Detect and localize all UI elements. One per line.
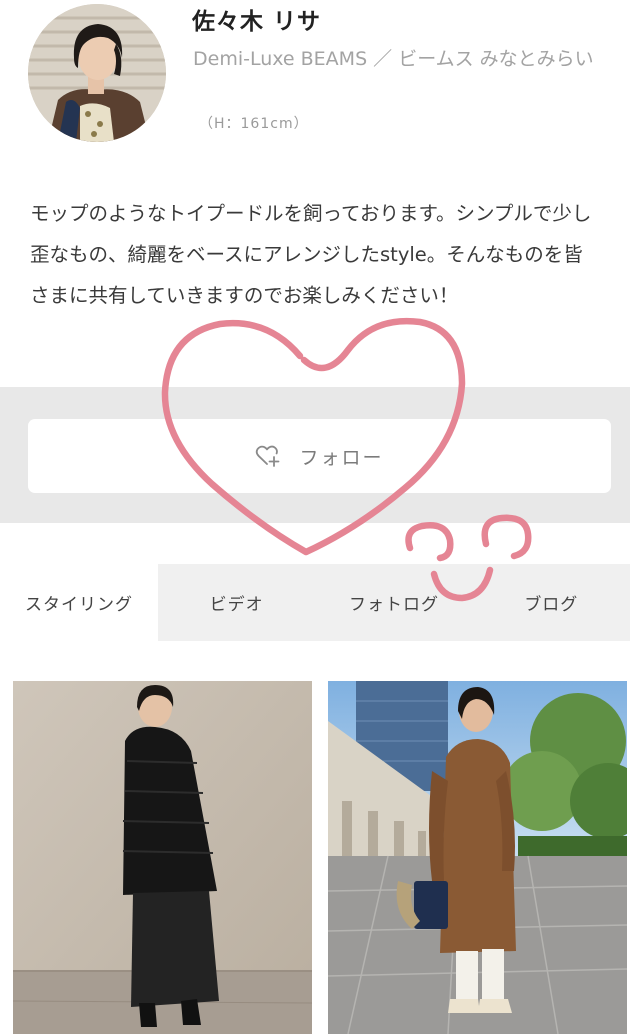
follow-button[interactable]: フォロー xyxy=(28,419,611,493)
avatar-photo xyxy=(28,4,166,142)
styling-photo[interactable] xyxy=(328,681,627,1034)
profile-tabs: スタイリング ビデオ フォトログ ブログ xyxy=(0,564,630,641)
tab-photolog[interactable]: フォトログ xyxy=(315,564,472,641)
follow-label: フォロー xyxy=(299,446,384,469)
avatar[interactable] xyxy=(28,4,166,142)
styling-photo[interactable] xyxy=(13,681,312,1034)
tab-blog[interactable]: ブログ xyxy=(473,564,630,641)
shop-name[interactable]: Demi-Luxe BEAMS ／ ビームス みなとみらい xyxy=(193,44,603,75)
styling-photo-image xyxy=(13,681,312,1034)
tab-styling[interactable]: スタイリング xyxy=(0,564,158,641)
doodle-left-eye xyxy=(405,522,454,562)
heart-plus-icon xyxy=(255,444,281,468)
profile-page: 佐々木 リサ Demi-Luxe BEAMS ／ ビームス みなとみらい （H：… xyxy=(0,0,630,1034)
stylist-height: （H：161cm） xyxy=(199,116,309,132)
doodle-right-eye xyxy=(481,514,532,560)
stylist-name: 佐々木 リサ xyxy=(192,9,322,35)
tab-video[interactable]: ビデオ xyxy=(158,564,315,641)
styling-photo-image xyxy=(328,681,627,1034)
profile-bio: モップのようなトイプードルを飼っております。シンプルで少し歪なもの、綺麗をベース… xyxy=(30,202,592,307)
